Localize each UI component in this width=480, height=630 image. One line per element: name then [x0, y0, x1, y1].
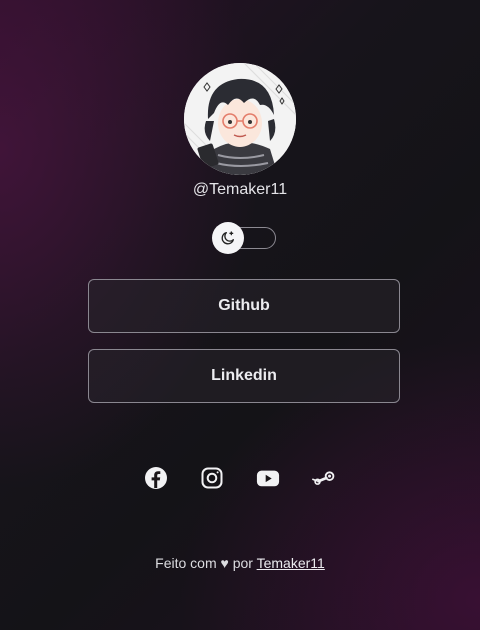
- linkedin-button-label: Linkedin: [211, 367, 277, 384]
- instagram-link[interactable]: [200, 466, 224, 490]
- github-button-label: Github: [218, 297, 270, 314]
- author-link[interactable]: Temaker11: [257, 555, 325, 571]
- steam-link[interactable]: [312, 466, 336, 490]
- toggle-knob[interactable]: [212, 222, 244, 254]
- moon-icon: [221, 231, 234, 245]
- username: @Temaker11: [192, 181, 288, 198]
- heart-icon: ♥: [220, 555, 229, 571]
- instagram-icon: [201, 467, 223, 489]
- facebook-icon: [145, 467, 167, 489]
- footer-por: por: [232, 555, 253, 571]
- youtube-icon: [256, 470, 280, 487]
- avatar: [184, 63, 296, 175]
- theme-toggle[interactable]: [212, 222, 276, 255]
- profile-section: @Temaker11: [0, 63, 480, 199]
- steam-icon: [312, 471, 335, 485]
- linkedin-button[interactable]: Linkedin: [88, 349, 400, 403]
- facebook-link[interactable]: [144, 466, 168, 490]
- social-links: [0, 466, 480, 490]
- youtube-link[interactable]: [256, 466, 280, 490]
- footer: Feito com ♥ por Temaker11: [0, 555, 480, 571]
- github-button[interactable]: Github: [88, 279, 400, 333]
- footer-prefix: Feito com: [155, 555, 217, 571]
